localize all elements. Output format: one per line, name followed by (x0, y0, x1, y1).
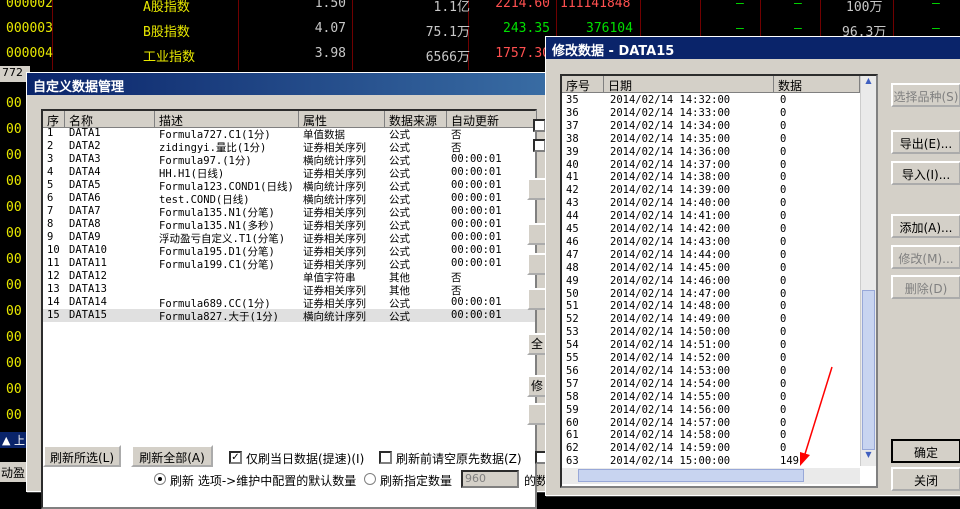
annotation-arrow-head (800, 452, 810, 466)
annotation-arrow-line (804, 366, 833, 455)
annotation-overlay (800, 366, 833, 466)
